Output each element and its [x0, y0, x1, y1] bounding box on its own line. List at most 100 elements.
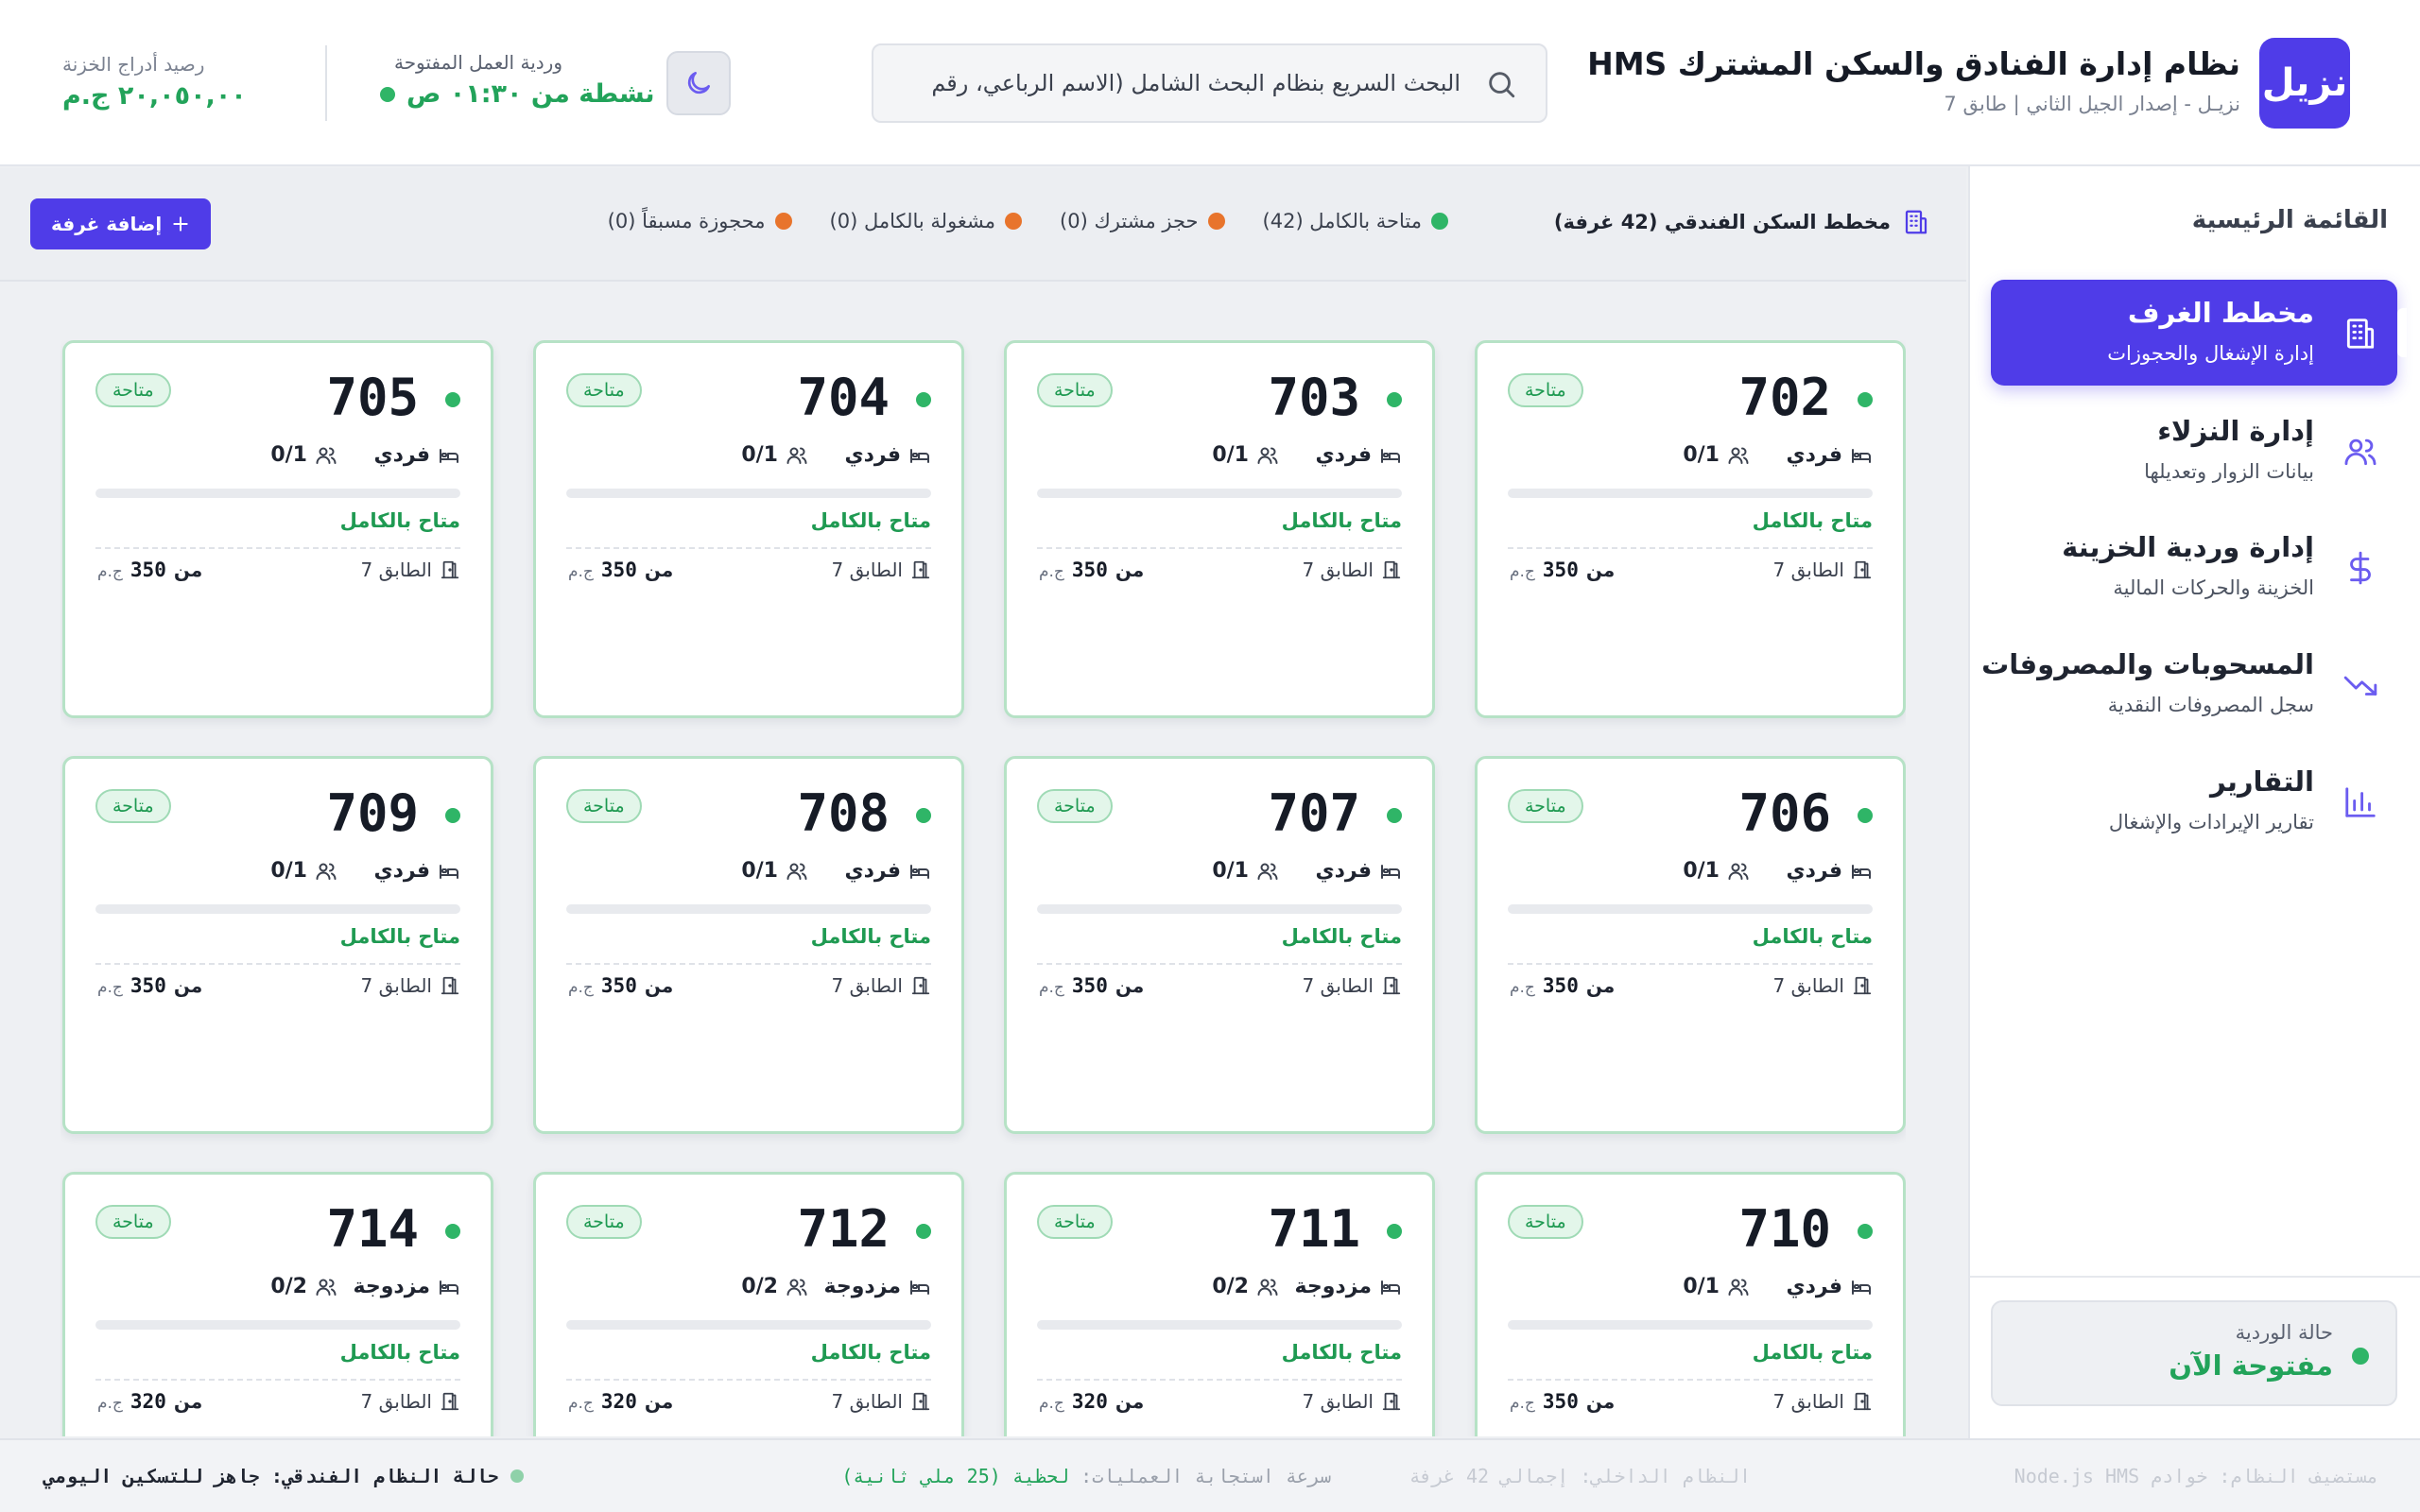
- room-floor: الطابق 7: [832, 974, 932, 997]
- price-currency: ج.م: [1510, 978, 1535, 997]
- search-input[interactable]: [893, 45, 1461, 121]
- room-card-712[interactable]: 712 متاحة مزدوجة 0/2 متاح بالكامل الطابق…: [533, 1172, 964, 1436]
- room-number: 712: [797, 1199, 890, 1259]
- room-floor-label: الطابق 7: [831, 974, 904, 997]
- room-type-label: فردي: [373, 859, 430, 883]
- sidebar-item-guests[interactable]: إدارة النزلاء بيانات الزوار وتعديلها: [1991, 398, 2397, 504]
- bed-icon: [910, 448, 929, 463]
- room-price: من 350 ج.م: [1510, 974, 1615, 997]
- global-search[interactable]: [872, 43, 1547, 123]
- bed-icon: [1852, 1280, 1871, 1295]
- room-number: 707: [1268, 783, 1360, 843]
- card-divider: [95, 1379, 460, 1381]
- app-title: نظام إدارة الفنادق والسكن المشترك HMS: [1587, 45, 2240, 82]
- building-icon: [1905, 210, 1927, 234]
- users-icon: [786, 863, 807, 880]
- room-occupancy-value: 0/1: [1683, 859, 1720, 883]
- legend-label: حجز مشترك (0): [1060, 210, 1199, 232]
- price-currency: ج.م: [97, 562, 123, 581]
- add-room-button[interactable]: إضافة غرفة: [30, 198, 212, 249]
- room-card-714[interactable]: 714 متاحة مزدوجة 0/2 متاح بالكامل الطابق…: [62, 1172, 493, 1436]
- room-status-dot: [445, 1224, 460, 1239]
- room-type: مزدوجة: [354, 1275, 460, 1298]
- shift-card-value: مفتوحة الآن: [2169, 1349, 2333, 1382]
- room-status-badge: متاحة: [1037, 789, 1113, 823]
- theme-toggle-button[interactable]: [666, 51, 731, 115]
- occupancy-bar: [95, 904, 460, 914]
- room-price: من 350 ج.م: [1039, 974, 1144, 997]
- room-type: مزدوجة: [824, 1275, 931, 1298]
- room-card-710[interactable]: 710 متاحة فردي 0/1 متاح بالكامل الطابق 7…: [1475, 1172, 1906, 1436]
- room-availability: متاح بالكامل: [810, 1341, 931, 1364]
- room-card-709[interactable]: 709 متاحة فردي 0/1 متاح بالكامل الطابق 7…: [62, 756, 493, 1134]
- building-icon: [2346, 318, 2375, 349]
- room-type: فردي: [844, 859, 931, 883]
- price-value: 320: [600, 1390, 637, 1413]
- room-card-706[interactable]: 706 متاحة فردي 0/1 متاح بالكامل الطابق 7…: [1475, 756, 1906, 1134]
- room-price: من 350 ج.م: [568, 558, 673, 581]
- room-card-711[interactable]: 711 متاحة مزدوجة 0/2 متاح بالكامل الطابق…: [1004, 1172, 1435, 1436]
- add-room-label: إضافة غرفة: [51, 213, 163, 235]
- users-icon: [786, 447, 807, 464]
- room-type: فردي: [1786, 443, 1873, 467]
- app-logo[interactable]: نزيل: [2259, 38, 2350, 129]
- legend-label: محجوزة مسبقاً (0): [607, 210, 766, 232]
- status-system: حالة النظام الفندقي: جاهز للتسكين اليومي: [43, 1465, 524, 1487]
- room-floor-label: الطابق 7: [1772, 558, 1845, 581]
- price-value: 350: [130, 974, 166, 997]
- room-floor-label: الطابق 7: [1302, 1390, 1374, 1413]
- status-system-text: حالة النظام الفندقي: جاهز للتسكين اليومي: [43, 1465, 499, 1487]
- sidebar-item-treasury-shift[interactable]: إدارة وردية الخزينة الخزينة والحركات الم…: [1991, 514, 2397, 620]
- status-speed-value: لحظية (25 ملي ثانية): [841, 1465, 1070, 1487]
- room-occupancy: 0/1: [1599, 443, 1750, 467]
- occupancy-bar: [1037, 1320, 1402, 1330]
- sidebar-item-room-map[interactable]: مخطط الغرف إدارة الإشغال والحجوزات: [1991, 280, 2407, 386]
- room-card-707[interactable]: 707 متاحة فردي 0/1 متاح بالكامل الطابق 7…: [1004, 756, 1435, 1134]
- room-floor-label: الطابق 7: [831, 1390, 904, 1413]
- card-divider: [1037, 963, 1402, 965]
- users-icon: [1728, 1279, 1749, 1296]
- occupancy-bar: [566, 489, 931, 498]
- price-currency: ج.م: [97, 1394, 123, 1413]
- room-status-badge: متاحة: [95, 373, 171, 407]
- room-occupancy: 0/1: [1599, 1275, 1750, 1298]
- price-prefix: من: [173, 974, 203, 997]
- room-availability: متاح بالكامل: [339, 509, 460, 532]
- plus-icon: [173, 216, 188, 232]
- legend-dot: [1207, 213, 1225, 230]
- room-type-label: فردي: [373, 443, 430, 467]
- room-availability: متاح بالكامل: [1281, 509, 1402, 532]
- sidebar-item-expenses[interactable]: المسحوبات والمصروفات سجل المصروفات النقد…: [1981, 631, 2397, 737]
- room-floor: الطابق 7: [1303, 558, 1403, 581]
- legend-label: مشغولة بالكامل (0): [829, 210, 996, 232]
- room-card-702[interactable]: 702 متاحة فردي 0/1 متاح بالكامل الطابق 7…: [1475, 340, 1906, 718]
- users-icon: [316, 1279, 337, 1296]
- bed-icon: [1381, 448, 1400, 463]
- door-icon: [441, 560, 459, 579]
- room-type: فردي: [1786, 1275, 1873, 1298]
- legend-available: متاحة بالكامل (42): [1263, 210, 1448, 232]
- room-card-703[interactable]: 703 متاحة فردي 0/1 متاح بالكامل الطابق 7…: [1004, 340, 1435, 718]
- room-card-705[interactable]: 705 متاحة فردي 0/1 متاح بالكامل الطابق 7…: [62, 340, 493, 718]
- room-floor-label: الطابق 7: [360, 558, 433, 581]
- door-icon: [1382, 1392, 1401, 1411]
- room-number: 706: [1738, 783, 1831, 843]
- sidebar-item-title: مخطط الغرف: [2127, 297, 2314, 329]
- occupancy-bar: [95, 489, 460, 498]
- sidebar-item-title: المسحوبات والمصروفات: [1981, 648, 2314, 680]
- card-divider: [1508, 547, 1873, 549]
- room-card-704[interactable]: 704 متاحة فردي 0/1 متاح بالكامل الطابق 7…: [533, 340, 964, 718]
- room-occupancy: 0/1: [186, 443, 337, 467]
- price-prefix: من: [644, 1390, 674, 1413]
- room-occupancy-value: 0/1: [270, 443, 307, 467]
- room-map-title-text: مخطط السكن الفندقي (42 غرفة): [1553, 211, 1891, 233]
- room-status-badge: متاحة: [1037, 1205, 1113, 1239]
- sidebar-item-reports[interactable]: التقارير تقارير الإيرادات والإشغال: [1991, 748, 2397, 854]
- room-status-badge: متاحة: [1037, 373, 1113, 407]
- room-map-title: مخطط السكن الفندقي (42 غرفة): [1554, 208, 1930, 236]
- room-type: مزدوجة: [1295, 1275, 1402, 1298]
- price-currency: ج.م: [1039, 562, 1064, 581]
- door-icon: [911, 976, 930, 995]
- room-card-708[interactable]: 708 متاحة فردي 0/1 متاح بالكامل الطابق 7…: [533, 756, 964, 1134]
- price-value: 350: [1542, 558, 1579, 581]
